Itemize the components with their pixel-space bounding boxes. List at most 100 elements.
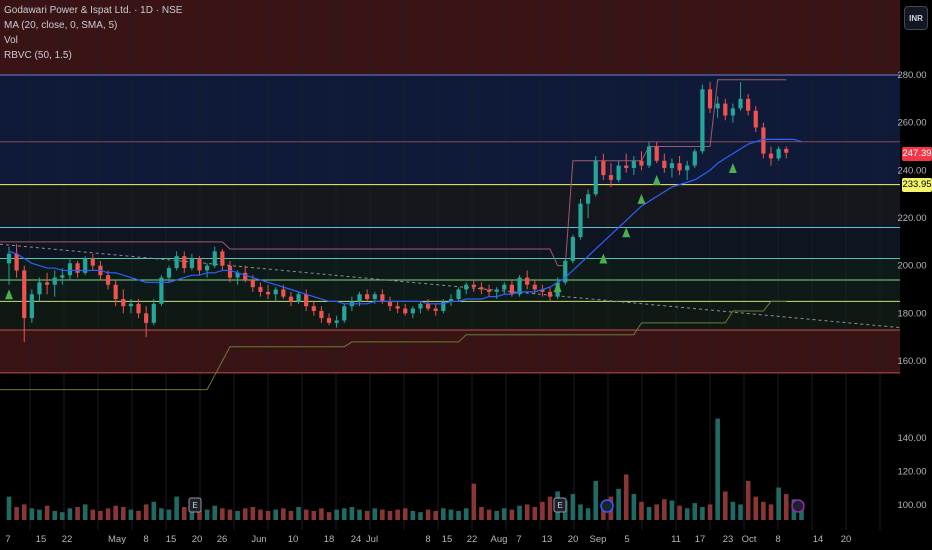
volume-bar xyxy=(235,510,240,520)
candle-body xyxy=(334,320,339,323)
time-tick-label: 24 xyxy=(351,534,362,545)
candle-body xyxy=(319,310,324,319)
volume-indicator-label[interactable]: Vol xyxy=(4,33,182,48)
candle-body xyxy=(570,237,575,261)
candle-body xyxy=(67,263,73,276)
volume-bar xyxy=(90,509,96,520)
time-tick-label: May xyxy=(108,534,126,545)
volume-bar xyxy=(517,505,522,520)
candle-body xyxy=(243,272,248,280)
volume-bar xyxy=(151,501,157,520)
volume-bar xyxy=(669,500,675,520)
candle-body xyxy=(753,110,758,128)
candle-body xyxy=(677,163,682,171)
time-tick-label: 22 xyxy=(62,534,73,545)
candle-body xyxy=(205,265,210,271)
volume-bar xyxy=(456,510,461,520)
candle-body xyxy=(37,282,42,295)
volume-bar xyxy=(753,496,759,520)
candle-body xyxy=(525,277,530,285)
candle-body xyxy=(509,284,515,295)
candle-body xyxy=(113,284,118,300)
currency-button[interactable]: INR xyxy=(904,6,928,30)
volume-tick-label: 100.00 xyxy=(897,500,926,511)
volume-bar xyxy=(722,491,728,520)
ma-indicator-label[interactable]: MA (20, close, 0, SMA, 5) xyxy=(4,18,182,33)
volume-bar xyxy=(730,501,736,520)
candle-body xyxy=(700,89,705,152)
volume-bar xyxy=(372,508,378,520)
volume-bar xyxy=(113,505,118,520)
time-tick-label: 26 xyxy=(217,534,228,545)
price-tick-label: 160.00 xyxy=(897,356,926,367)
candle-body xyxy=(220,251,225,266)
candle-body xyxy=(395,306,400,309)
candle-body xyxy=(14,253,19,271)
mid-zone-1 xyxy=(0,184,900,228)
candle-body xyxy=(433,308,438,311)
candle-body xyxy=(227,265,233,278)
volume-bar xyxy=(585,508,591,520)
volume-bar xyxy=(486,509,492,520)
volume-bar xyxy=(220,508,225,520)
volume-bar xyxy=(334,509,339,520)
time-tick-label: 15 xyxy=(36,534,47,545)
volume-bar xyxy=(52,510,58,520)
volume-bar xyxy=(98,510,103,520)
volume-bar xyxy=(646,507,652,520)
candle-body xyxy=(281,289,286,297)
candle-body xyxy=(578,203,583,238)
candle-body xyxy=(273,289,278,295)
volume-bar xyxy=(128,509,134,520)
candle-body xyxy=(166,268,172,278)
volume-bar xyxy=(502,508,507,520)
candle-body xyxy=(616,165,621,180)
chart-canvas[interactable]: 280.00 260.00 240.00 220.00 200.00 180.00 160.… xyxy=(0,0,932,550)
volume-bar xyxy=(745,481,751,520)
volume-bar xyxy=(121,507,126,520)
volume-bar xyxy=(662,499,667,520)
candle-body xyxy=(768,153,774,159)
candle-body xyxy=(182,256,187,269)
candle-body xyxy=(692,151,697,166)
candle-body xyxy=(646,146,652,166)
volume-tick-label: 140.00 xyxy=(897,433,926,444)
volume-bar xyxy=(623,474,629,520)
symbol-title[interactable]: Godawari Power & Ispat Ltd. · 1D · NSE xyxy=(4,3,182,18)
time-tick-label: 17 xyxy=(695,534,706,545)
volume-bar xyxy=(21,504,27,520)
candle-body xyxy=(403,308,408,314)
time-tick-label: 20 xyxy=(568,534,579,545)
candle-body xyxy=(128,303,134,307)
candle-body xyxy=(685,165,690,171)
time-tick-label: 15 xyxy=(442,534,453,545)
volume-bar xyxy=(479,507,484,520)
volume-bar xyxy=(258,509,263,520)
time-tick-label: 13 xyxy=(542,534,553,545)
candle-body xyxy=(593,160,598,195)
time-tick-label: 20 xyxy=(192,534,203,545)
candle-body xyxy=(746,98,751,111)
volume-bar xyxy=(761,501,766,520)
volume-bar xyxy=(273,509,278,520)
price-tick-label: 260.00 xyxy=(897,118,926,129)
chart-root: { "legend": { "symbol": "Godawari Power … xyxy=(0,0,932,550)
candle-body xyxy=(532,284,537,290)
candle-body xyxy=(121,299,126,307)
volume-bar xyxy=(14,507,19,520)
candle-body xyxy=(464,284,469,290)
candle-body xyxy=(631,160,636,168)
candle-body xyxy=(90,258,95,266)
lower-zone xyxy=(0,301,900,331)
time-tick-label: Jul xyxy=(366,534,378,545)
candle-body xyxy=(304,294,309,307)
price-tick-label: 280.00 xyxy=(897,70,926,81)
volume-bar xyxy=(448,509,454,520)
volume-bar xyxy=(136,510,141,520)
rbvc-indicator-label[interactable]: RBVC (50, 1.5) xyxy=(4,48,182,63)
volume-bar xyxy=(395,509,400,520)
candle-body xyxy=(471,284,476,288)
time-tick-label: 8 xyxy=(425,534,430,545)
candle-body xyxy=(418,303,423,309)
volume-tick-label: 120.00 xyxy=(897,467,926,478)
